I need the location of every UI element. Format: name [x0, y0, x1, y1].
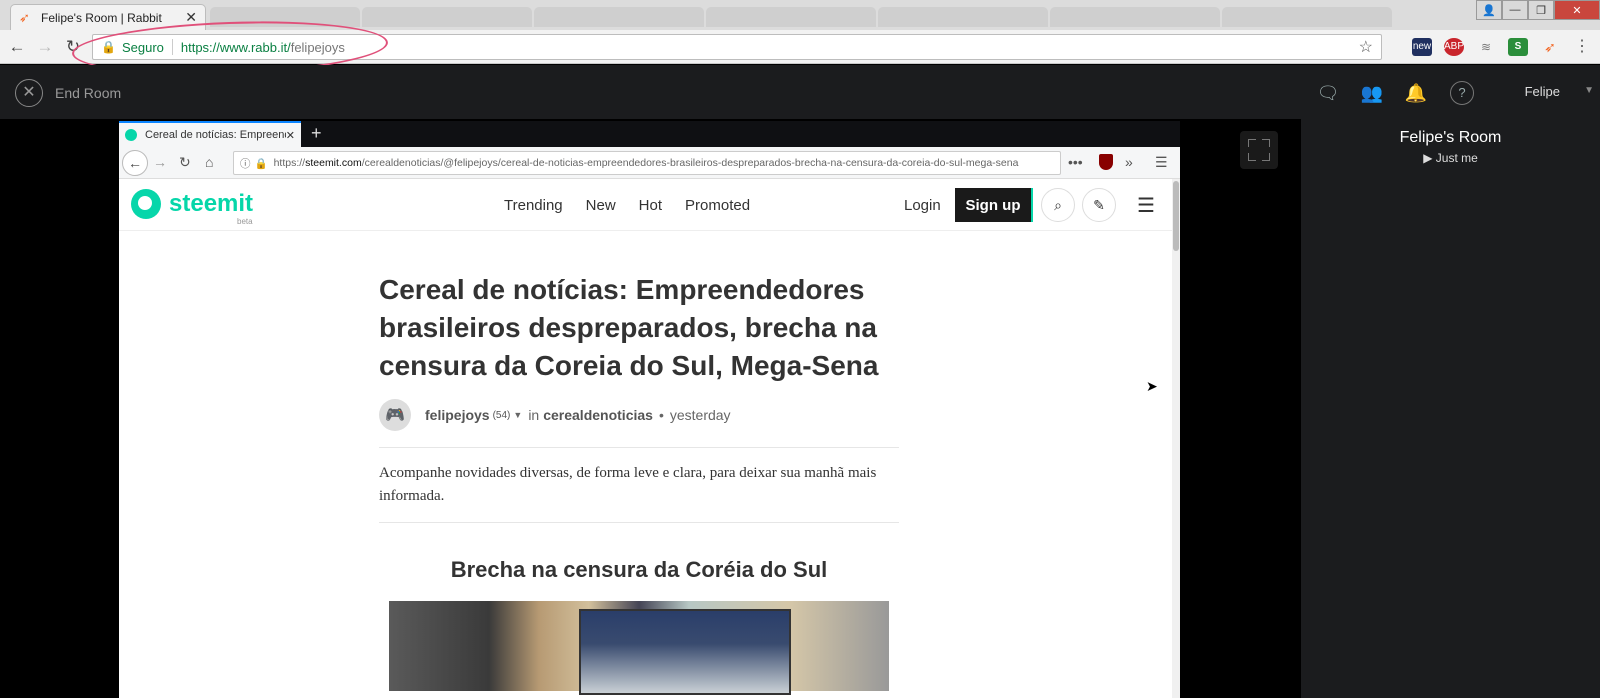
article-title: Cereal de notícias: Empreendedores brasi… [379, 274, 879, 381]
firefox-tab-steemit[interactable]: Cereal de notícias: Empreend ✕ [119, 121, 301, 147]
post-time: yesterday [669, 407, 731, 423]
nav-new[interactable]: New [586, 197, 616, 214]
rabbit-favicon-icon: ➶ [19, 9, 30, 25]
help-icon[interactable]: ? [1450, 81, 1474, 105]
fullscreen-icon [1262, 153, 1270, 161]
chrome-menu-icon[interactable]: ⋮ [1572, 38, 1592, 56]
s-extension-icon[interactable]: S [1508, 38, 1528, 56]
home-icon[interactable]: ⌂ [205, 154, 213, 170]
author-row: 🎮 felipejoys (54) ▼ in cerealdenoticias … [379, 397, 899, 433]
steemit-favicon-icon [125, 129, 137, 141]
room-panel: Felipe's Room ▶ Just me [1301, 119, 1600, 698]
bell-icon[interactable]: 🔔 [1404, 81, 1428, 105]
reputation-badge: (54) [492, 409, 511, 421]
divider [379, 522, 899, 523]
rabbit-extension-icon[interactable]: ➶ [1540, 38, 1560, 56]
fullscreen-icon [1248, 139, 1256, 147]
lock-icon: 🔒 [254, 157, 268, 170]
nav-hot[interactable]: Hot [639, 197, 662, 214]
url-host: steemit.com [305, 157, 362, 169]
login-link[interactable]: Login [904, 197, 941, 214]
steemit-logo[interactable]: steemit beta [131, 189, 254, 226]
room-members-toggle[interactable]: ▶ Just me [1301, 151, 1600, 165]
nav-promoted[interactable]: Promoted [685, 197, 750, 214]
mail-extension-icon[interactable]: new [1412, 38, 1432, 56]
back-arrow-icon[interactable]: ← [6, 36, 28, 58]
new-tab-icon[interactable]: + [311, 123, 322, 144]
ublock-icon[interactable] [1099, 154, 1113, 170]
pencil-icon[interactable]: ✎ [1082, 188, 1116, 222]
nav-trending[interactable]: Trending [504, 197, 563, 214]
chrome-tab-title: Felipe's Room | Rabbit [41, 10, 162, 25]
firefox-address-bar[interactable]: ⓘ 🔒 https://steemit.com/cerealdenoticias… [233, 151, 1061, 175]
chrome-tab-background[interactable] [1050, 7, 1220, 27]
bookmark-star-icon[interactable]: ☆ [1359, 37, 1373, 57]
fullscreen-icon [1248, 153, 1256, 161]
author-link[interactable]: felipejoys [425, 407, 490, 423]
back-arrow-icon[interactable]: ← [122, 150, 148, 176]
article-summary: Acompanhe novidades diversas, de forma l… [379, 465, 877, 504]
steemit-nav: Trending New Hot Promoted [504, 197, 750, 214]
window-close-icon[interactable]: ✕ [1554, 0, 1600, 20]
chat-icon[interactable]: 🗨 [1316, 81, 1340, 105]
chevron-down-icon[interactable]: ▼ [1584, 85, 1594, 96]
divider [379, 447, 899, 448]
more-dots-icon[interactable]: ••• [1068, 154, 1083, 170]
search-icon[interactable]: ⌕ [1041, 188, 1075, 222]
overflow-chevron-icon[interactable]: » [1125, 154, 1133, 170]
ext-new-label: new [1412, 41, 1432, 52]
separator-dot: • [658, 407, 664, 423]
url-prefix: https:// [273, 157, 306, 169]
chrome-tab-background[interactable] [534, 7, 704, 27]
forward-arrow-icon[interactable]: → [153, 154, 167, 170]
hamburger-menu-icon[interactable]: ☰ [1137, 193, 1155, 218]
close-circle-icon: ✕ [15, 79, 43, 107]
firefox-toolbar: ← → ↻ ⌂ ⓘ 🔒 https://steemit.com/cerealde… [119, 147, 1180, 179]
in-label: in [528, 407, 540, 423]
steemit-header: steemit beta Trending New Hot Promoted L… [119, 179, 1172, 231]
steemit-wordmark: steemit [169, 190, 254, 217]
window-controls: 👤 — ❐ ✕ [1476, 0, 1600, 20]
steemit-logo-icon [131, 189, 161, 219]
section-heading: Brecha na censura da Coréia do Sul [450, 557, 828, 582]
ext-abp-label: ABP [1444, 41, 1465, 52]
maximize-icon[interactable]: ❐ [1528, 0, 1554, 20]
user-name[interactable]: Felipe [1525, 84, 1560, 99]
article: Cereal de notícias: Empreendedores brasi… [379, 271, 899, 695]
firefox-tab-strip: Cereal de notícias: Empreend ✕ + [119, 121, 1180, 147]
chrome-tab-background[interactable] [1222, 7, 1392, 27]
minimize-icon[interactable]: — [1502, 0, 1528, 20]
firefox-tab-title: Cereal de notícias: Empreend [145, 129, 286, 141]
info-icon[interactable]: ⓘ [240, 156, 251, 171]
url-path: /cerealdenoticias/@felipejoys/cereal-de-… [361, 157, 1019, 169]
end-room-label: End Room [55, 85, 122, 101]
category-link[interactable]: cerealdenoticias [543, 407, 653, 423]
signup-button[interactable]: Sign up [955, 188, 1033, 222]
shared-browser-window: Cereal de notícias: Empreend ✕ + ← → ↻ ⌂… [119, 121, 1180, 698]
hamburger-menu-icon[interactable]: ☰ [1155, 154, 1168, 171]
fullscreen-icon [1262, 139, 1270, 147]
chrome-tab-background[interactable] [878, 7, 1048, 27]
chrome-tab-background[interactable] [706, 7, 876, 27]
close-tab-icon[interactable]: ✕ [286, 129, 295, 142]
fullscreen-button[interactable] [1240, 131, 1278, 169]
reload-icon[interactable]: ↻ [179, 154, 191, 171]
avatar[interactable]: 🎮 [379, 399, 411, 431]
rabbit-header: ✕ End Room 🗨 👥 🔔 ? Felipe ▼ [0, 65, 1600, 119]
beta-label: beta [237, 217, 253, 226]
user-icon[interactable]: 👤 [1476, 0, 1502, 20]
adblock-extension-icon[interactable]: ABP [1444, 38, 1464, 56]
room-title: Felipe's Room [1399, 129, 1502, 146]
end-room-button[interactable]: ✕ End Room [15, 79, 121, 107]
mouse-cursor-icon: ➤ [1146, 378, 1158, 394]
scrollbar-thumb[interactable] [1173, 181, 1179, 251]
chevron-down-icon[interactable]: ▼ [513, 410, 522, 420]
scrollbar[interactable] [1172, 179, 1180, 698]
chrome-tab-background[interactable] [362, 7, 532, 27]
wifi-extension-icon[interactable]: ≋ [1476, 38, 1496, 56]
forward-arrow-icon[interactable]: → [34, 36, 56, 58]
people-icon[interactable]: 👥 [1360, 81, 1384, 105]
article-image [389, 601, 889, 695]
